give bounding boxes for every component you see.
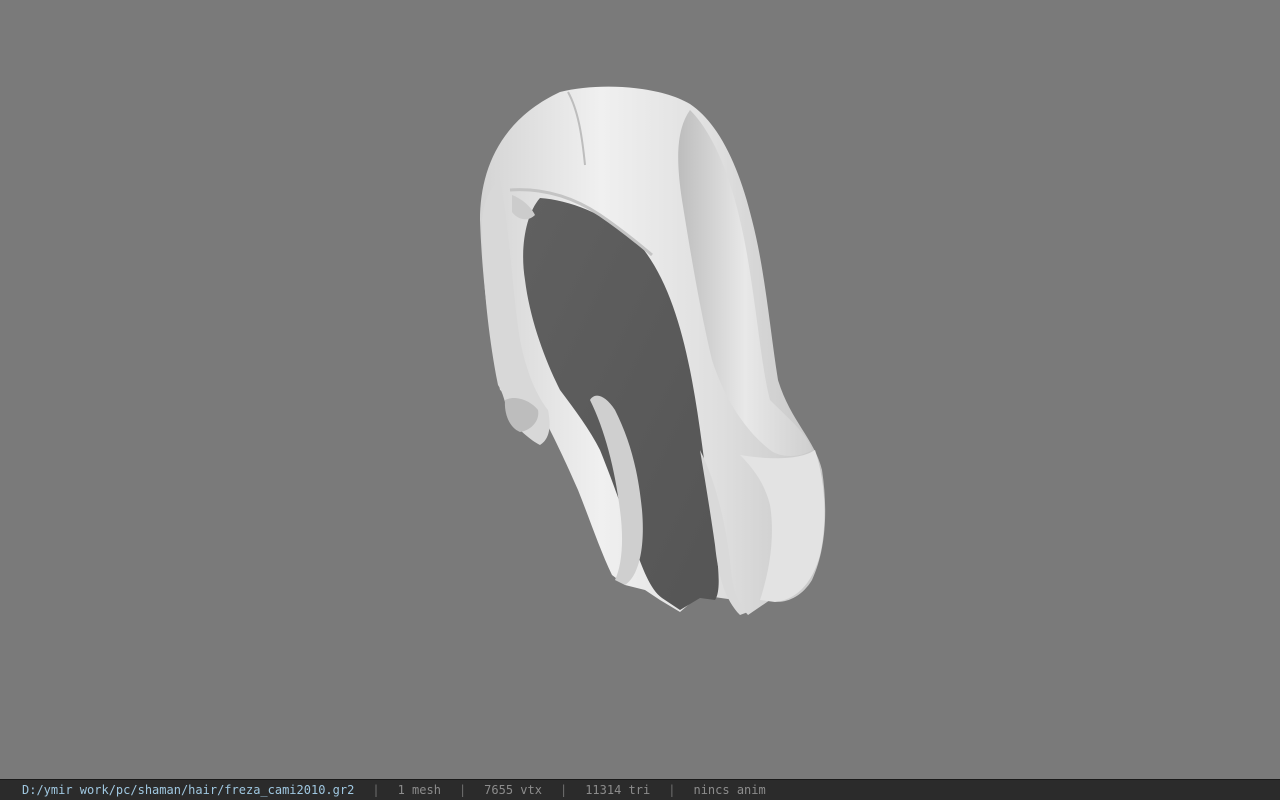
- vertex-count: 7655 vtx: [484, 783, 542, 797]
- 3d-viewport[interactable]: [0, 0, 1280, 779]
- triangle-count: 11314 tri: [585, 783, 651, 797]
- status-separator: |: [668, 783, 676, 797]
- hair-mesh-model[interactable]: [0, 0, 1280, 779]
- animation-info: nincs anim: [693, 783, 766, 797]
- status-separator: |: [372, 783, 380, 797]
- mesh-count: 1 mesh: [397, 783, 441, 797]
- file-path: D:/ymir work/pc/shaman/hair/freza_cami20…: [22, 783, 355, 797]
- status-separator: |: [458, 783, 467, 797]
- status-bar: D:/ymir work/pc/shaman/hair/freza_cami20…: [0, 779, 1280, 800]
- status-separator: |: [559, 783, 568, 797]
